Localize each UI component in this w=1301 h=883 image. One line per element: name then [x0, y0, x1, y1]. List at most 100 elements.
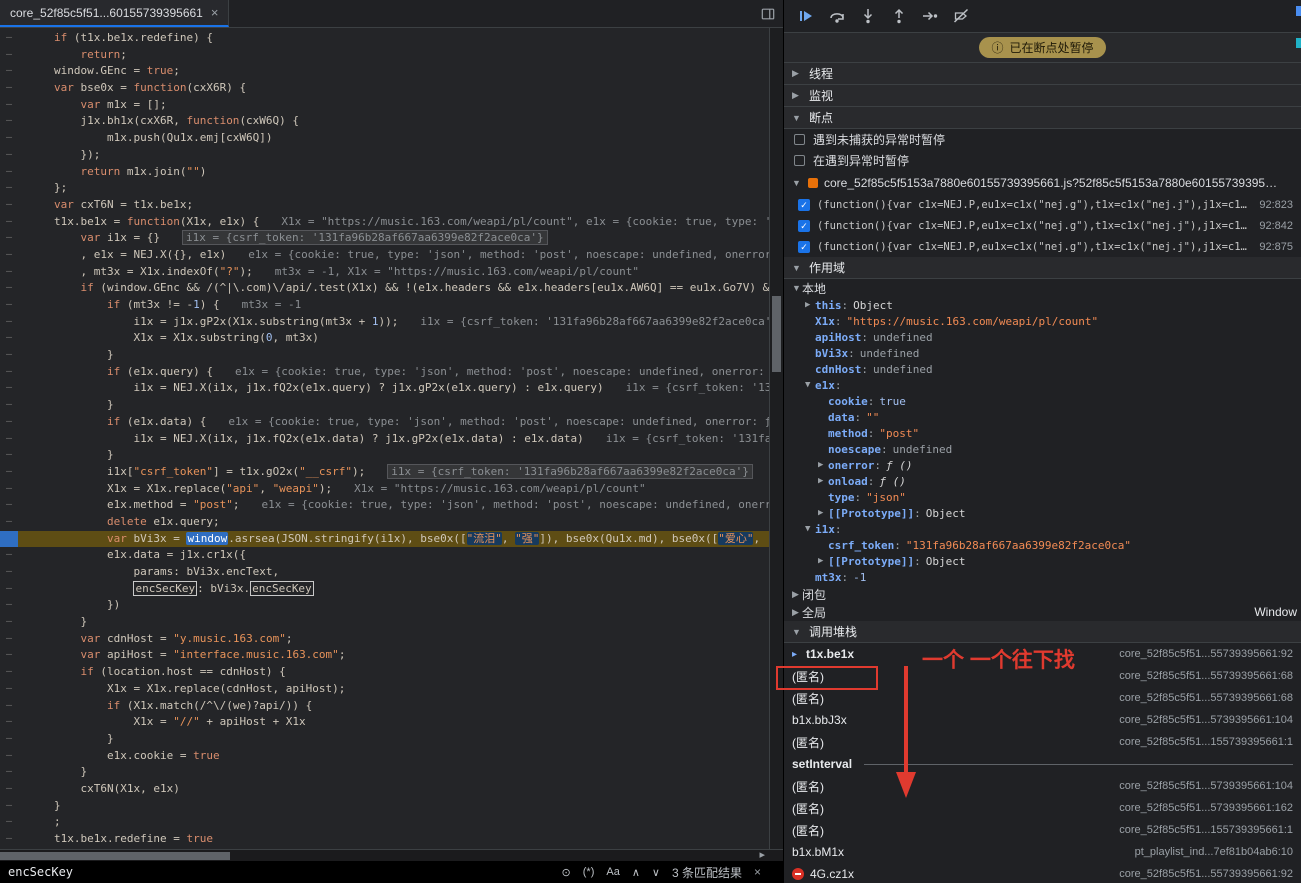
fold-marker-icon[interactable]: – — [0, 497, 18, 514]
breakpoint-entry[interactable]: ✓(function(){var c1x=NEJ.P,eu1x=c1x("nej… — [784, 215, 1301, 236]
fold-marker-icon[interactable]: – — [0, 347, 18, 364]
code-line[interactable]: – if (X1x.match(/^\/(we)?api/)) { — [0, 698, 769, 715]
code-text[interactable]: }; — [18, 180, 67, 197]
fold-marker-icon[interactable]: – — [0, 647, 18, 664]
scope-variable-row[interactable]: mt3x:-1 — [784, 569, 1301, 585]
code-text[interactable]: var bVi3x = window.asrsea(JSON.stringify… — [18, 531, 767, 548]
code-line[interactable]: – } — [0, 397, 769, 414]
code-text[interactable]: i1x = NEJ.X(i1x, j1x.fQ2x(e1x.query) ? j… — [18, 380, 769, 397]
fold-marker-icon[interactable]: – — [0, 714, 18, 731]
code-text[interactable]: if (X1x.match(/^\/(we)?api/)) { — [18, 698, 312, 715]
code-text[interactable]: params: bVi3x.encText, — [18, 564, 279, 581]
section-threads[interactable]: ▶ 线程 — [784, 63, 1301, 85]
code-text[interactable]: X1x = X1x.substring(0, mt3x) — [18, 330, 319, 347]
code-line[interactable]: – if (e1x.data) {e1x = {cookie: true, ty… — [0, 414, 769, 431]
code-line[interactable]: –} — [0, 798, 769, 815]
next-match-button[interactable]: ∨ — [652, 866, 660, 879]
call-stack-frame[interactable]: (匿名)core_52f85c5f51...155739395661:1 — [784, 819, 1301, 841]
chevron-right-icon[interactable]: ▶ — [818, 476, 828, 486]
code-text[interactable]: X1x = "//" + apiHost + X1x — [18, 714, 306, 731]
scope-variable-row[interactable]: ▼i1x: — [784, 521, 1301, 537]
fold-marker-icon[interactable]: – — [0, 681, 18, 698]
scope-variable-row[interactable]: ▶[[Prototype]]:Object — [784, 553, 1301, 569]
code-text[interactable]: , mt3x = X1x.indexOf("?");mt3x = -1, X1x… — [18, 264, 639, 281]
code-line[interactable]: – , e1x = NEJ.X({}, e1x)e1x = {cookie: t… — [0, 247, 769, 264]
fold-marker-icon[interactable]: – — [0, 280, 18, 297]
previous-match-button[interactable]: ∧ — [632, 866, 640, 879]
code-line[interactable]: – if (location.host == cdnHost) { — [0, 664, 769, 681]
close-icon[interactable]: × — [211, 5, 219, 20]
checkbox-unchecked[interactable] — [794, 155, 805, 166]
code-line[interactable]: – m1x.push(Qu1x.emj[cxW6Q]) — [0, 130, 769, 147]
chevron-down-icon[interactable]: ▼ — [805, 524, 815, 534]
chevron-right-icon[interactable]: ▶ — [805, 300, 815, 310]
match-case-toggle-icon[interactable]: Aa — [606, 866, 619, 878]
code-text[interactable]: if (window.GEnc && /(^|\.com)\/api/.test… — [18, 280, 769, 297]
code-line[interactable]: – encSecKey: bVi3x.encSecKey — [0, 581, 769, 598]
code-text[interactable]: if (t1x.be1x.redefine) { — [18, 30, 213, 47]
fold-marker-icon[interactable]: – — [0, 63, 18, 80]
step-into-button[interactable] — [860, 8, 876, 24]
code-text[interactable]: encSecKey: bVi3x.encSecKey — [18, 581, 314, 598]
scope-variable-row[interactable]: method:"post" — [784, 425, 1301, 441]
step-over-button[interactable] — [829, 8, 845, 24]
code-text[interactable]: return; — [18, 47, 127, 64]
scope-variable-row[interactable]: bVi3x:undefined — [784, 345, 1301, 361]
step-button[interactable] — [922, 8, 938, 24]
fold-marker-icon[interactable]: – — [0, 230, 18, 247]
chevron-right-icon[interactable]: ▶ — [792, 607, 802, 618]
scope-group[interactable]: ▶闭包 — [784, 585, 1301, 603]
code-line[interactable]: – }); — [0, 147, 769, 164]
fold-marker-icon[interactable]: – — [0, 581, 18, 598]
fold-marker-icon[interactable]: – — [0, 180, 18, 197]
code-line[interactable]: – var i1x = {}i1x = {csrf_token: '131fa9… — [0, 230, 769, 247]
chevron-right-icon[interactable]: ▶ — [818, 460, 828, 470]
vertical-scrollbar[interactable] — [769, 28, 783, 849]
code-text[interactable]: t1x.be1x.redefine = true — [18, 831, 213, 848]
breakpoint-file-group[interactable]: ▼ core_52f85c5f5153a7880e60155739395661.… — [784, 171, 1301, 194]
code-text[interactable]: e1x.cookie = true — [18, 748, 220, 765]
code-text[interactable]: delete e1x.query; — [18, 514, 220, 531]
fold-marker-icon[interactable]: – — [0, 781, 18, 798]
search-toggle-icon[interactable]: ⊙ — [562, 866, 571, 879]
execution-line-marker[interactable] — [0, 531, 18, 548]
pause-caught-exceptions-row[interactable]: 在遇到异常时暂停 — [784, 150, 1301, 171]
chevron-right-icon[interactable]: ▶ — [818, 556, 828, 566]
code-text[interactable]: X1x = X1x.replace("api", "weapi");X1x = … — [18, 481, 646, 498]
section-breakpoints[interactable]: ▼ 断点 — [784, 107, 1301, 129]
fold-marker-icon[interactable]: – — [0, 831, 18, 848]
code-line[interactable]: – return m1x.join("") — [0, 164, 769, 181]
code-line[interactable]: –if (t1x.be1x.redefine) { — [0, 30, 769, 47]
fold-marker-icon[interactable]: – — [0, 330, 18, 347]
code-text[interactable]: } — [18, 347, 114, 364]
horizontal-scrollbar-thumb[interactable] — [0, 852, 230, 860]
code-line[interactable]: – }) — [0, 597, 769, 614]
code-line[interactable]: – if (mt3x != -1) {mt3x = -1 — [0, 297, 769, 314]
horizontal-scrollbar[interactable]: ▸ — [0, 849, 783, 861]
fold-marker-icon[interactable]: – — [0, 380, 18, 397]
code-text[interactable]: }) — [18, 597, 120, 614]
pause-uncaught-exceptions-row[interactable]: 遇到未捕获的异常时暂停 — [784, 129, 1301, 150]
code-text[interactable]: cxT6N(X1x, e1x) — [18, 781, 180, 798]
fold-marker-icon[interactable]: – — [0, 614, 18, 631]
code-line[interactable]: – if (window.GEnc && /(^|\.com)\/api/.te… — [0, 280, 769, 297]
code-line[interactable]: – i1x["csrf_token"] = t1x.gO2x("__csrf")… — [0, 464, 769, 481]
code-text[interactable]: var cxT6N = t1x.be1x; — [18, 197, 193, 214]
fold-marker-icon[interactable]: – — [0, 297, 18, 314]
section-scope[interactable]: ▼ 作用域 — [784, 257, 1301, 279]
code-line[interactable]: – } — [0, 447, 769, 464]
code-line[interactable]: –window.GEnc = true; — [0, 63, 769, 80]
fold-marker-icon[interactable]: – — [0, 798, 18, 815]
scope-variable-row[interactable]: ▶this:Object — [784, 297, 1301, 313]
fold-marker-icon[interactable]: – — [0, 364, 18, 381]
call-stack-frame[interactable]: b1x.bM1xpt_playlist_ind...7ef81b04ab6:10 — [784, 841, 1301, 863]
fold-marker-icon[interactable]: – — [0, 748, 18, 765]
chevron-right-icon[interactable]: ▶ — [792, 589, 802, 600]
code-text[interactable]: if (mt3x != -1) {mt3x = -1 — [18, 297, 301, 314]
fold-marker-icon[interactable]: – — [0, 197, 18, 214]
scope-group[interactable]: ▶全局Window — [784, 603, 1301, 621]
fold-marker-icon[interactable]: – — [0, 698, 18, 715]
code-line[interactable]: – return; — [0, 47, 769, 64]
sidebar-toggle-icon[interactable] — [753, 0, 783, 27]
code-line[interactable]: – e1x.data = j1x.cr1x({ — [0, 547, 769, 564]
